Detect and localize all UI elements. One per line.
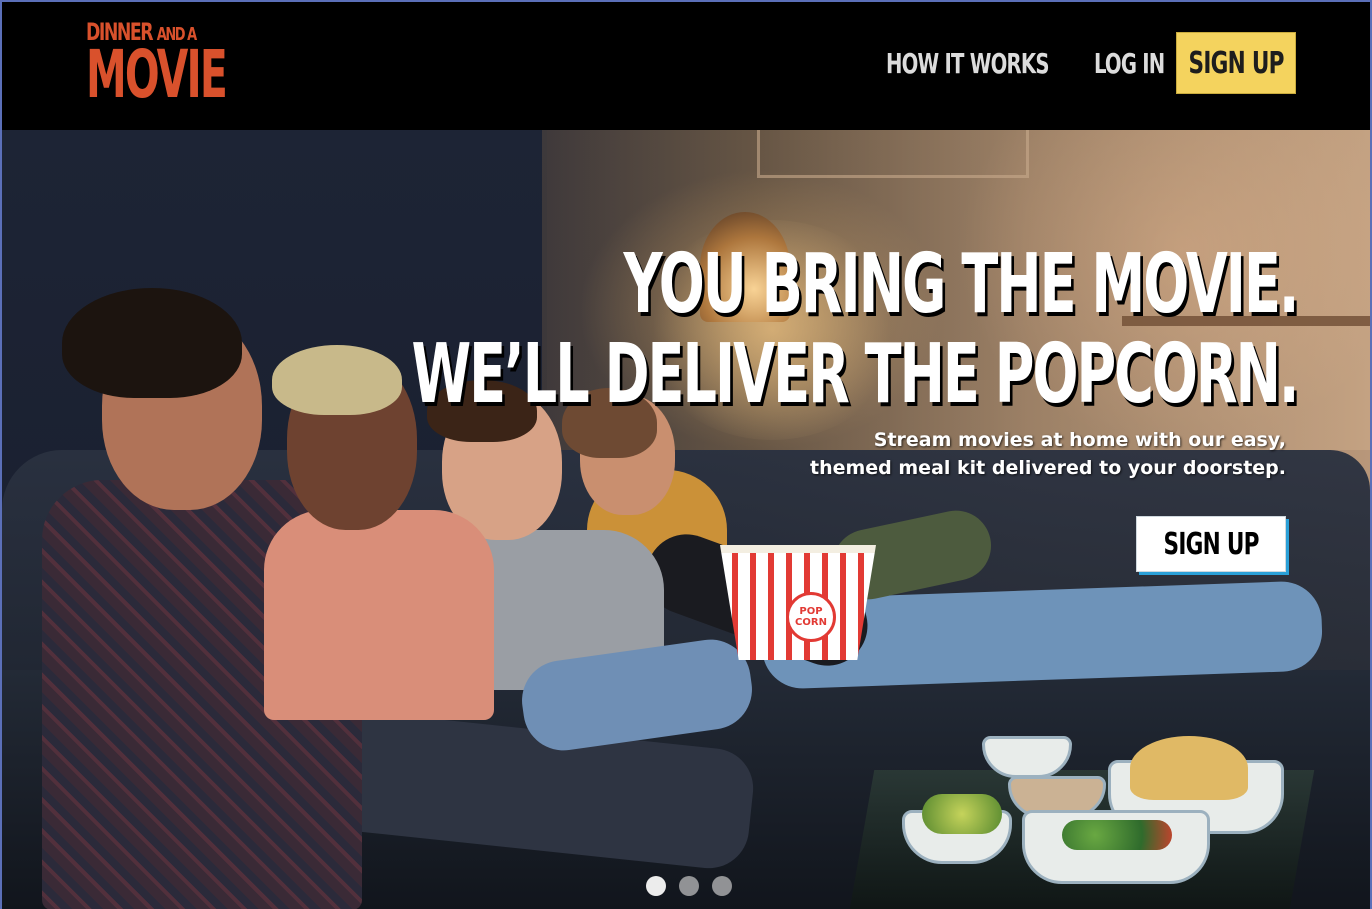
- logo-bottom-line: MOVIE: [86, 36, 228, 113]
- hero-banner: POP CORN YOU BRING THE MOVIE. WE’LL DELI…: [2, 130, 1370, 909]
- carousel-dot-2[interactable]: [679, 876, 699, 896]
- subtext-line-1: Stream movies at home with our easy,: [873, 429, 1286, 451]
- carousel-dot-3[interactable]: [712, 876, 732, 896]
- hero-sign-up-button[interactable]: SIGN UP: [1136, 516, 1286, 572]
- hero-subtext: Stream movies at home with our easy, the…: [810, 426, 1286, 482]
- carousel-dots: [646, 876, 745, 896]
- nav-how-it-works[interactable]: HOW IT WORKS: [886, 47, 1050, 80]
- headline-line-1: YOU BRING THE MOVIE.: [623, 237, 1300, 332]
- site-header: DINNER AND A MOVIE HOW IT WORKS LOG IN S…: [2, 2, 1370, 130]
- wall-frame: [757, 130, 1029, 178]
- nav-log-in[interactable]: LOG IN: [1094, 47, 1165, 80]
- main-nav: HOW IT WORKS LOG IN SIGN UP: [863, 31, 1296, 95]
- hero-headline: YOU BRING THE MOVIE. WE’LL DELIVER THE P…: [2, 237, 1300, 422]
- subtext-line-2: themed meal kit delivered to your doorst…: [809, 457, 1286, 479]
- header-sign-up-label: SIGN UP: [1188, 45, 1284, 81]
- brand-logo[interactable]: DINNER AND A MOVIE: [86, 20, 312, 108]
- header-sign-up-button[interactable]: SIGN UP: [1176, 32, 1296, 94]
- headline-line-2: WE’LL DELIVER THE POPCORN.: [411, 327, 1300, 422]
- tortilla-chips: [1130, 736, 1248, 800]
- popcorn-box-label: POP CORN: [786, 592, 836, 642]
- carousel-dot-1[interactable]: [646, 876, 666, 896]
- hero-sign-up-label: SIGN UP: [1163, 526, 1259, 562]
